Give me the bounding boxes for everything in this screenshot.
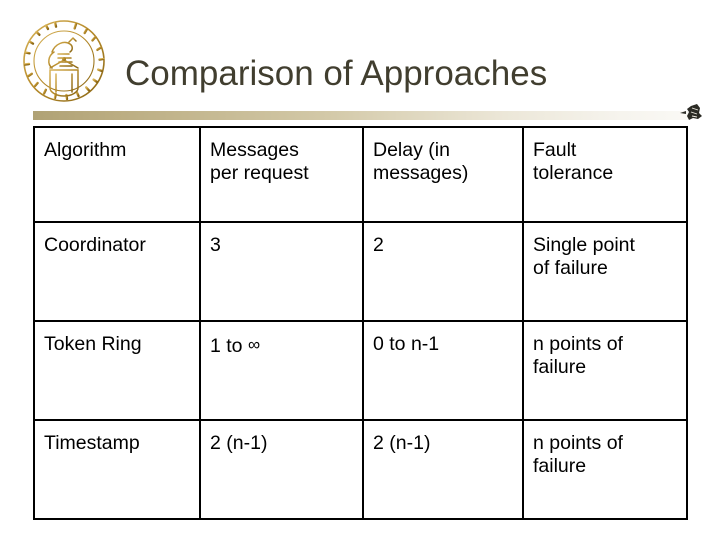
slide-title: Comparison of Approaches [125, 54, 548, 93]
header-cell-delay: Delay (in messages) [362, 126, 524, 223]
header-cell-messages: Messages per request [199, 126, 364, 223]
table-header-row: Algorithm Messages per request Delay (in… [33, 126, 688, 223]
purdue-seal-logo [14, 8, 114, 113]
cell-fault-timestamp-line1: n points of [533, 432, 623, 454]
cell-fault-timestamp-line2: failure [533, 455, 587, 477]
title-divider-bar [33, 111, 688, 120]
cell-fault-coordinator-line1: Single point [533, 234, 635, 256]
cell-algorithm-coordinator: Coordinator [33, 221, 201, 322]
header-algorithm-line1: Algorithm [44, 139, 127, 161]
comparison-table-wrap: Algorithm Messages per request Delay (in… [33, 126, 688, 520]
cell-fault-coordinator: Single point of failure [522, 221, 688, 322]
cell-delay-coordinator: 2 [362, 221, 524, 322]
cell-messages-token-ring: 1 to ∞ [199, 320, 364, 421]
header-delay-line1: Delay (in [373, 139, 450, 161]
header-delay-line2: messages) [373, 162, 469, 184]
cell-fault-timestamp: n points of failure [522, 419, 688, 520]
cell-messages-timestamp: 2 (n-1) [199, 419, 364, 520]
header-messages-line1: Messages [210, 139, 299, 161]
cell-algorithm-timestamp: Timestamp [33, 419, 201, 520]
cell-delay-token-ring: 0 to n-1 [362, 320, 524, 421]
cell-delay-timestamp: 2 (n-1) [362, 419, 524, 520]
header-fault-line1: Fault [533, 139, 577, 161]
divider-ornament-icon [678, 97, 708, 127]
slide-canvas: Comparison of Approaches Algorithm Messa… [0, 0, 720, 540]
header-fault-line2: tolerance [533, 162, 614, 184]
cell-messages-coordinator: 3 [199, 221, 364, 322]
cell-fault-coordinator-line2: of failure [533, 257, 608, 279]
cell-algorithm-token-ring: Token Ring [33, 320, 201, 421]
comparison-table: Algorithm Messages per request Delay (in… [33, 126, 688, 520]
cell-fault-token-ring-line1: n points of [533, 333, 623, 355]
table-row: Token Ring 1 to ∞ 0 to n-1 n points of f… [33, 320, 688, 421]
header-cell-fault: Fault tolerance [522, 126, 688, 223]
table-row: Coordinator 3 2 Single point of failure [33, 221, 688, 322]
infinity-symbol: ∞ [247, 335, 261, 354]
cell-fault-token-ring: n points of failure [522, 320, 688, 421]
header-cell-algorithm: Algorithm [33, 126, 201, 223]
table-row: Timestamp 2 (n-1) 2 (n-1) n points of fa… [33, 419, 688, 520]
header-messages-line2: per request [210, 162, 309, 184]
cell-messages-token-ring-text: 1 to [210, 335, 248, 357]
cell-fault-token-ring-line2: failure [533, 356, 587, 378]
